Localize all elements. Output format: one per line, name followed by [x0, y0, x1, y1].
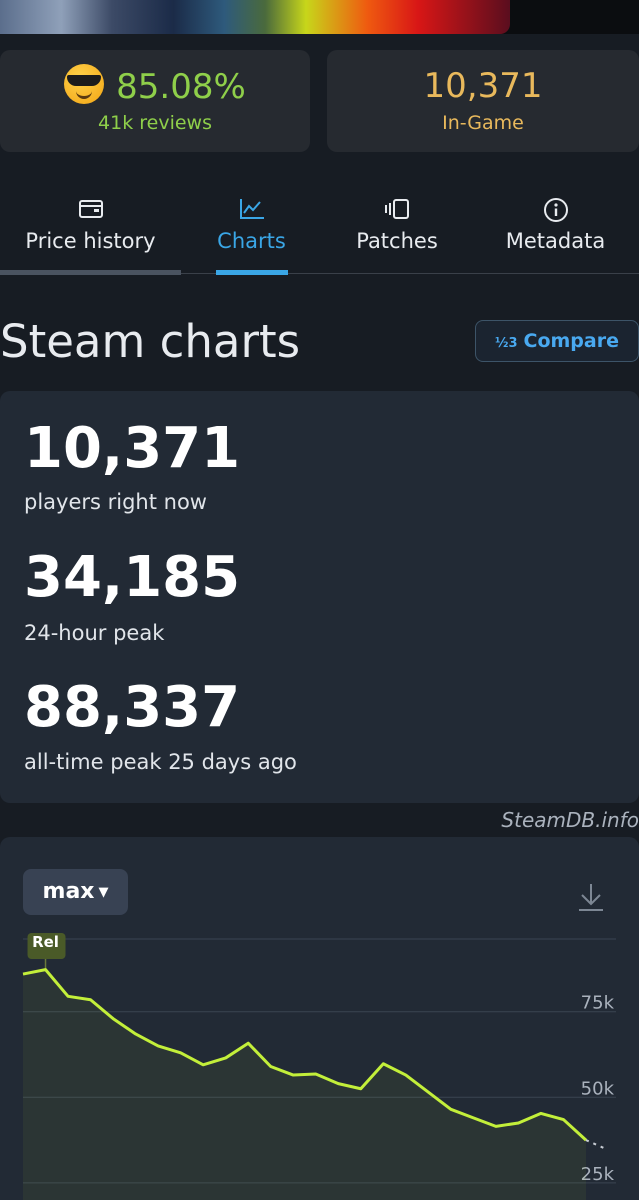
range-label: max — [42, 879, 95, 904]
game-banner-art — [0, 0, 510, 34]
player-count-chart: 75k50k25kRel — [22, 933, 616, 1200]
info-icon — [472, 197, 639, 223]
in-game-card[interactable]: 10,371 In-Game — [327, 50, 639, 152]
tab-patches[interactable]: Patches — [322, 185, 472, 275]
tab-label: Charts — [217, 229, 286, 253]
wallet-icon — [0, 197, 181, 223]
all-time-peak-label: all-time peak 25 days ago — [24, 750, 297, 774]
download-icon[interactable] — [576, 881, 606, 913]
current-players-label: players right now — [24, 490, 207, 514]
range-dropdown[interactable]: max ▼ — [23, 869, 128, 915]
review-score: 85.08% — [116, 67, 246, 107]
tab-label: Patches — [356, 229, 438, 253]
tab-underline-active — [216, 270, 288, 275]
game-banner — [0, 0, 639, 34]
peak-24h-value: 34,185 — [24, 545, 241, 610]
tab-bar: Price history Charts Patches Metadata — [0, 185, 639, 275]
line-chart-icon — [181, 197, 322, 223]
compare-label: Compare — [523, 330, 619, 352]
tab-label: Price history — [25, 229, 156, 253]
tab-metadata[interactable]: Metadata — [472, 185, 639, 275]
tab-underline — [0, 270, 181, 275]
compare-button[interactable]: ½3 Compare — [475, 320, 639, 362]
y-tick-label: 75k — [581, 993, 615, 1014]
page-title: Steam charts — [0, 315, 301, 368]
peak-24h-label: 24-hour peak — [24, 621, 165, 645]
in-game-label: In-Game — [442, 112, 524, 134]
tab-charts[interactable]: Charts — [181, 185, 322, 275]
current-players-value: 10,371 — [24, 416, 241, 481]
chart-area — [23, 969, 586, 1200]
y-tick-label: 50k — [581, 1078, 615, 1099]
fraction-icon: ½3 — [495, 336, 518, 351]
series-tail — [585, 1139, 605, 1150]
in-game-count: 10,371 — [423, 66, 543, 106]
all-time-peak-value: 88,337 — [24, 675, 241, 740]
release-label: Rel — [32, 933, 59, 951]
review-score-card[interactable]: 85.08% 41k reviews — [0, 50, 310, 152]
player-stats-card: 10,371 players right now 34,185 24-hour … — [0, 391, 639, 803]
tab-price-history[interactable]: Price history — [0, 185, 181, 275]
cool-face-icon — [64, 64, 105, 104]
caret-down-icon: ▼ — [98, 885, 109, 900]
player-chart-card: max ▼ 75k 50k 25k Rel — [0, 837, 639, 1200]
tab-label: Metadata — [505, 229, 606, 253]
patches-icon — [322, 197, 472, 223]
review-count: 41k reviews — [98, 112, 212, 134]
steamdb-credit: SteamDB.info — [501, 808, 639, 832]
